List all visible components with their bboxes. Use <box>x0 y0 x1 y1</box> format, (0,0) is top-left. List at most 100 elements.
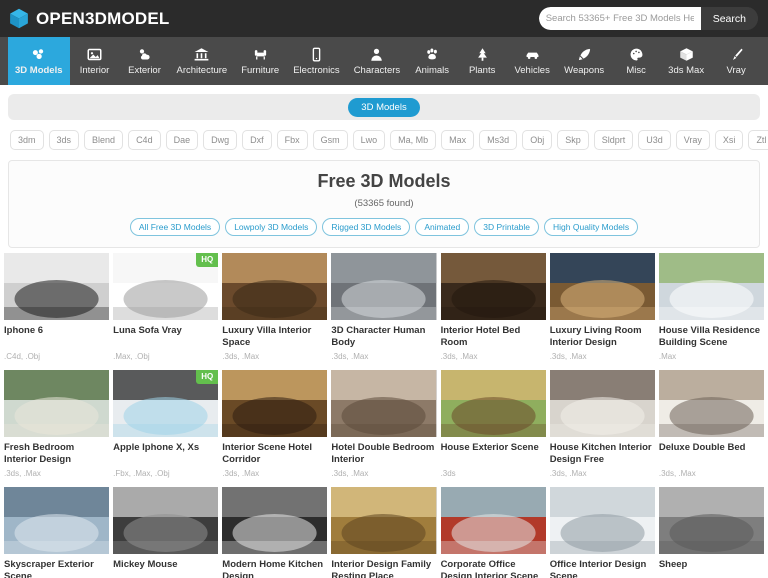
model-title[interactable]: House Kitchen Interior Design Free <box>550 442 655 466</box>
format-tag[interactable]: Vray <box>675 130 710 150</box>
model-title[interactable]: 3D Character Human Body <box>331 325 436 349</box>
format-tag[interactable]: Skp <box>557 130 589 150</box>
model-card[interactable]: House Kitchen Interior Design Free .3ds, … <box>549 370 655 478</box>
site-logo[interactable]: OPEN3DMODEL <box>9 8 170 29</box>
model-card[interactable]: Hotel Double Bedroom Interior .3ds, .Max <box>331 370 437 478</box>
model-thumbnail[interactable] <box>658 487 764 554</box>
format-tag[interactable]: Sldprt <box>593 130 634 150</box>
search-button[interactable]: Search <box>700 7 758 30</box>
format-tag[interactable]: 3dm <box>10 130 44 150</box>
format-tag[interactable]: Ma, Mb <box>390 130 437 150</box>
model-card[interactable]: HQ Luna Sofa Vray .Max, .Obj <box>113 253 219 361</box>
model-card[interactable]: Luxury Living Room Interior Design .3ds, … <box>549 253 655 361</box>
nav-item-vray[interactable]: Vray <box>711 37 761 85</box>
model-thumbnail[interactable] <box>440 253 546 320</box>
model-card[interactable]: Fresh Bedroom Interior Design .3ds, .Max <box>4 370 110 478</box>
model-title[interactable]: Iphone 6 <box>4 325 109 349</box>
category-pill-3d-models[interactable]: 3D Models <box>348 97 420 117</box>
format-tag[interactable]: Gsm <box>312 130 348 150</box>
model-title[interactable]: Hotel Double Bedroom Interior <box>331 442 436 466</box>
model-thumbnail[interactable] <box>549 487 655 554</box>
nav-item-interior[interactable]: Interior <box>70 37 120 85</box>
hero-filter-button[interactable]: Lowpoly 3D Models <box>225 218 318 236</box>
model-thumbnail[interactable] <box>4 253 110 320</box>
model-title[interactable]: Modern Home Kitchen Design <box>222 559 327 578</box>
model-card[interactable]: Interior Hotel Bed Room .3ds, .Max <box>440 253 546 361</box>
format-tag[interactable]: Ms3d <box>479 130 518 150</box>
model-card[interactable]: Interior Design Family Resting Place <box>331 487 437 578</box>
model-title[interactable]: Luxury Living Room Interior Design <box>550 325 655 349</box>
model-title[interactable]: Interior Hotel Bed Room <box>441 325 546 349</box>
hero-filter-button[interactable]: 3D Printable <box>474 218 540 236</box>
nav-item-3ds-max[interactable]: 3ds Max <box>661 37 711 85</box>
model-thumbnail[interactable] <box>658 370 764 437</box>
format-tag[interactable]: Ztl <box>748 130 768 150</box>
model-title[interactable]: House Villa Residence Building Scene <box>659 325 764 349</box>
model-title[interactable]: House Exterior Scene <box>441 442 546 466</box>
model-thumbnail[interactable] <box>549 253 655 320</box>
model-title[interactable]: Corporate Office Design Interior Scene <box>441 559 546 578</box>
format-tag[interactable]: C4d <box>128 130 161 150</box>
model-thumbnail[interactable] <box>331 487 437 554</box>
format-tag[interactable]: Obj <box>522 130 553 150</box>
model-card[interactable]: Office Interior Design Scene <box>549 487 655 578</box>
model-card[interactable]: HQ Apple Iphone X, Xs .Fbx, .Max, .Obj <box>113 370 219 478</box>
model-card[interactable]: Interior Scene Hotel Corridor .3ds, .Max <box>222 370 328 478</box>
nav-item-characters[interactable]: Characters <box>347 37 407 85</box>
model-thumbnail[interactable]: HQ <box>113 370 219 437</box>
model-title[interactable]: Mickey Mouse <box>113 559 218 578</box>
model-title[interactable]: Luxury Villa Interior Space <box>222 325 327 349</box>
model-thumbnail[interactable] <box>658 253 764 320</box>
model-thumbnail[interactable] <box>440 370 546 437</box>
format-tag[interactable]: Xsi <box>714 130 744 150</box>
model-card[interactable]: Mickey Mouse <box>113 487 219 578</box>
model-title[interactable]: Deluxe Double Bed <box>659 442 764 466</box>
model-card[interactable]: Sheep <box>658 487 764 578</box>
hero-filter-button[interactable]: High Quality Models <box>544 218 639 236</box>
model-card[interactable]: House Villa Residence Building Scene .Max <box>658 253 764 361</box>
model-thumbnail[interactable] <box>331 253 437 320</box>
model-card[interactable]: Luxury Villa Interior Space .3ds, .Max <box>222 253 328 361</box>
model-title[interactable]: Skyscraper Exterior Scene <box>4 559 109 578</box>
model-thumbnail[interactable]: HQ <box>113 253 219 320</box>
model-thumbnail[interactable] <box>4 370 110 437</box>
nav-item-exterior[interactable]: Exterior <box>120 37 170 85</box>
format-tag[interactable]: Dae <box>165 130 199 150</box>
model-card[interactable]: Corporate Office Design Interior Scene <box>440 487 546 578</box>
model-thumbnail[interactable] <box>440 487 546 554</box>
search-input[interactable] <box>538 7 701 30</box>
nav-item-furniture[interactable]: Furniture <box>234 37 286 85</box>
hero-filter-button[interactable]: Rigged 3D Models <box>322 218 411 236</box>
model-card[interactable]: Skyscraper Exterior Scene <box>4 487 110 578</box>
hero-filter-button[interactable]: Animated <box>415 218 470 236</box>
model-thumbnail[interactable] <box>331 370 437 437</box>
model-card[interactable]: House Exterior Scene .3ds <box>440 370 546 478</box>
model-thumbnail[interactable] <box>222 253 328 320</box>
nav-item-animals[interactable]: Animals <box>407 37 457 85</box>
model-title[interactable]: Sheep <box>659 559 764 578</box>
format-tag[interactable]: Lwo <box>352 130 386 150</box>
format-tag[interactable]: 3ds <box>48 130 80 150</box>
model-title[interactable]: Interior Scene Hotel Corridor <box>222 442 327 466</box>
model-card[interactable]: Modern Home Kitchen Design <box>222 487 328 578</box>
nav-item-3d-models[interactable]: 3D Models <box>8 37 70 85</box>
model-title[interactable]: Interior Design Family Resting Place <box>331 559 436 578</box>
format-tag[interactable]: Max <box>441 130 475 150</box>
hero-filter-button[interactable]: All Free 3D Models <box>129 218 221 236</box>
model-thumbnail[interactable] <box>222 370 328 437</box>
format-tag[interactable]: Blend <box>84 130 124 150</box>
nav-item-vehicles[interactable]: Vehicles <box>507 37 557 85</box>
nav-item-plants[interactable]: Plants <box>457 37 507 85</box>
model-thumbnail[interactable] <box>549 370 655 437</box>
model-title[interactable]: Office Interior Design Scene <box>550 559 655 578</box>
model-title[interactable]: Apple Iphone X, Xs <box>113 442 218 466</box>
model-card[interactable]: Iphone 6 .C4d, .Obj <box>4 253 110 361</box>
format-tag[interactable]: Dwg <box>203 130 238 150</box>
nav-item-electronics[interactable]: Electronics <box>286 37 346 85</box>
model-title[interactable]: Luna Sofa Vray <box>113 325 218 349</box>
nav-item-architecture[interactable]: Architecture <box>170 37 235 85</box>
model-title[interactable]: Fresh Bedroom Interior Design <box>4 442 109 466</box>
model-thumbnail[interactable] <box>4 487 110 554</box>
nav-item-weapons[interactable]: Weapons <box>557 37 611 85</box>
format-tag[interactable]: Fbx <box>276 130 308 150</box>
